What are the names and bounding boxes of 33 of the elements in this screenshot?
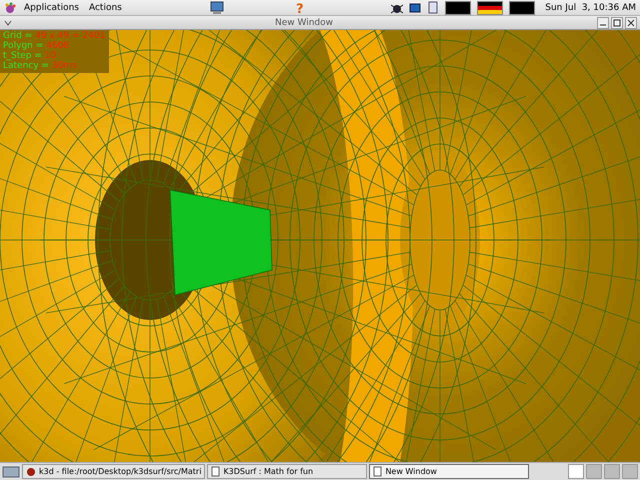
task-button[interactable]: k3d - file:/root/Desktop/k3dsurf/src/Matri <box>22 464 206 479</box>
stat-label: Polygn = <box>3 41 44 51</box>
maximize-icon[interactable] <box>611 16 623 28</box>
stat-label: Latency = <box>3 61 50 71</box>
workspace-switcher[interactable] <box>622 464 638 479</box>
task-button[interactable]: New Window <box>369 464 530 479</box>
workspace-switcher[interactable] <box>568 464 584 479</box>
stat-label: t_Step = <box>3 51 43 61</box>
close-icon[interactable] <box>625 16 637 28</box>
clock[interactable]: Sun Jul 3, 10:36 AM <box>545 2 636 12</box>
monitor-icon[interactable] <box>210 0 224 14</box>
stat-value: 30ms <box>52 61 77 71</box>
stat-value: 4608 <box>46 41 70 51</box>
stat-label: Grid = <box>3 31 34 41</box>
task-button[interactable]: K3DSurf : Math for fun <box>207 464 368 479</box>
window-title: New Window <box>274 18 334 28</box>
bug-icon[interactable] <box>391 2 404 14</box>
document-icon <box>211 466 220 477</box>
memory-monitor <box>477 0 504 14</box>
workspace-switcher[interactable] <box>586 464 602 479</box>
menu-item[interactable]: Applications <box>22 2 81 12</box>
document-icon[interactable] <box>427 0 440 14</box>
show-desktop-icon[interactable] <box>2 464 20 478</box>
document-icon <box>373 466 382 477</box>
network-monitor <box>509 0 536 14</box>
menu-item[interactable]: Actions <box>86 2 124 12</box>
stat-value: 10 <box>44 51 56 61</box>
cpu-monitor <box>445 0 472 14</box>
monitor-icon[interactable] <box>409 2 422 14</box>
app-icon <box>26 466 36 476</box>
minimize-icon[interactable] <box>597 16 609 28</box>
stat-value: 49 x 49 = 2401 <box>35 31 106 41</box>
workspace-switcher[interactable] <box>604 464 620 479</box>
